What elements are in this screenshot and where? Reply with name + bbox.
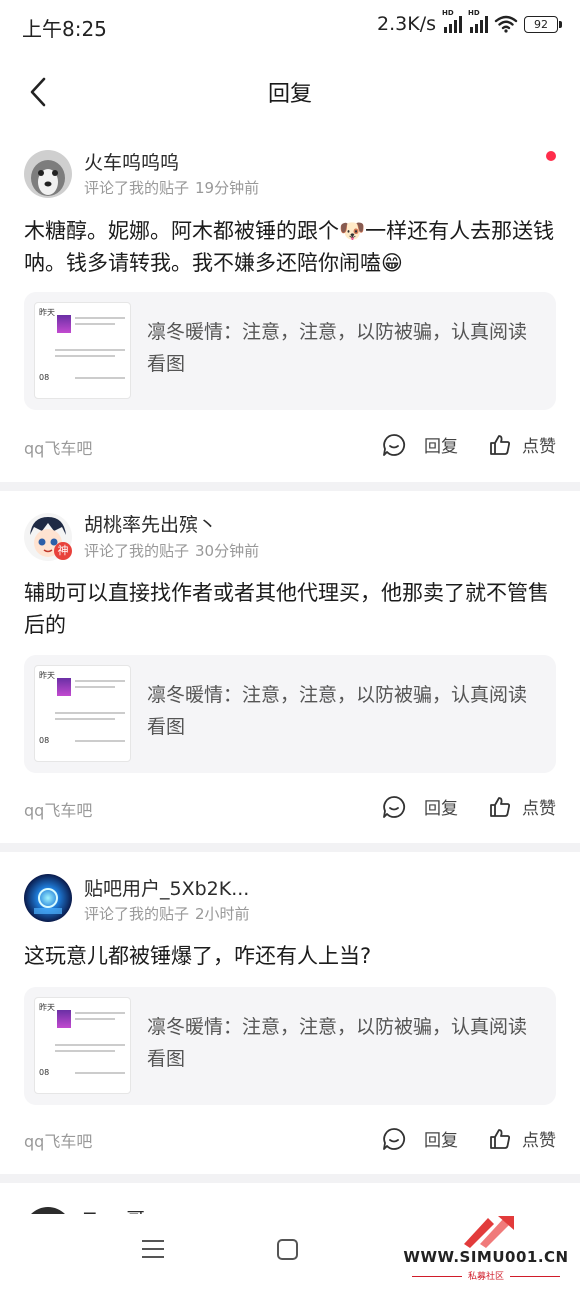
back-button[interactable] — [18, 70, 58, 114]
reply-meta: 评论了我的贴子 2小时前 — [84, 903, 250, 924]
watermark-site: WWW.SIMU001.CN — [403, 1248, 569, 1266]
system-nav-bar: WWW.SIMU001.CN 私募社区 — [0, 1214, 580, 1289]
thumbs-up-icon — [490, 796, 510, 817]
status-time: 上午8:25 — [22, 17, 107, 41]
page-title: 回复 — [267, 82, 312, 107]
quote-text: 凛冬暖情：注意，注意，以防被骗，认真阅读看图 — [147, 321, 528, 375]
reply-time: 19分钟前 — [195, 179, 260, 197]
chevron-left-icon — [30, 77, 46, 107]
comment-icon — [383, 1127, 406, 1150]
forum-name[interactable]: qq飞车吧 — [24, 1128, 92, 1152]
badge: 神 — [54, 542, 72, 560]
quote-text: 凛冬暖情：注意，注意，以防被骗，认真阅读看图 — [147, 1016, 528, 1070]
avatar[interactable] — [24, 874, 72, 922]
divider — [0, 1174, 580, 1183]
status-icons: 2.3K/s HD HD 92 — [377, 9, 562, 35]
like-button[interactable]: 点赞 — [488, 794, 556, 819]
quote-thumbnail: 昨天 08 — [34, 302, 131, 399]
avatar[interactable] — [24, 150, 72, 198]
battery-icon: 92 — [524, 15, 562, 33]
reply-action: 评论了我的贴子 — [84, 905, 190, 923]
thumbs-up-icon — [490, 434, 510, 455]
signal-icon: HD — [442, 9, 462, 33]
reply-button[interactable]: 回复 — [382, 1126, 458, 1151]
reply-action: 评论了我的贴子 — [84, 542, 190, 560]
reply-content[interactable]: 辅助可以直接找作者或者其他代理买，他那卖了就不管售后的 — [24, 577, 556, 641]
home-icon[interactable] — [277, 1239, 298, 1260]
forum-name[interactable]: qq飞车吧 — [24, 797, 92, 821]
signal-icon-2: HD — [468, 9, 488, 33]
forum-name[interactable]: qq飞车吧 — [24, 435, 92, 459]
watermark: WWW.SIMU001.CN 私募社区 — [400, 1214, 572, 1284]
menu-icon[interactable] — [142, 1240, 164, 1260]
quoted-post[interactable]: 昨天 08 凛冬暖情：注意，注意，以防被骗，认真阅读看图 — [24, 292, 556, 410]
reply-card[interactable]: 火车呜呜呜 评论了我的贴子 19分钟前 木糖醇。妮娜。阿木都被锤的跟个🐶一样还有… — [0, 132, 580, 482]
username[interactable]: 贴吧用户_5Xb2K... — [84, 874, 249, 901]
divider — [0, 843, 580, 852]
reply-content[interactable]: 木糖醇。妮娜。阿木都被锤的跟个🐶一样还有人去那送钱呐。钱多请转我。我不嫌多还陪你… — [24, 215, 556, 279]
status-bar: 上午8:25 2.3K/s HD HD 92 — [0, 0, 580, 52]
like-button[interactable]: 点赞 — [488, 1126, 556, 1151]
reply-time: 30分钟前 — [195, 542, 260, 560]
watermark-logo — [464, 1216, 514, 1248]
network-speed: 2.3K/s — [377, 13, 436, 35]
reply-action: 评论了我的贴子 — [84, 179, 190, 197]
reply-meta: 评论了我的贴子 30分钟前 — [84, 540, 259, 561]
comment-icon — [383, 433, 406, 456]
reply-content[interactable]: 这玩意儿都被锤爆了，咋还有人上当? — [24, 940, 556, 972]
quote-text: 凛冬暖情：注意，注意，以防被骗，认真阅读看图 — [147, 684, 528, 738]
unread-dot — [546, 151, 556, 161]
comment-icon — [383, 795, 406, 818]
header: 回复 — [0, 52, 580, 132]
reply-time: 2小时前 — [195, 905, 250, 923]
reply-card[interactable]: 神 胡桃率先出殡丶 评论了我的贴子 30分钟前 辅助可以直接找作者或者其他代理买… — [0, 491, 580, 843]
username[interactable]: 胡桃率先出殡丶 — [84, 510, 217, 537]
quote-thumbnail: 昨天 08 — [34, 665, 131, 762]
divider — [0, 482, 580, 491]
wifi-icon — [494, 15, 518, 33]
reply-button[interactable]: 回复 — [382, 432, 458, 457]
watermark-sub: 私募社区 — [400, 1269, 572, 1282]
username[interactable]: 火车呜呜呜 — [84, 148, 179, 175]
like-button[interactable]: 点赞 — [488, 432, 556, 457]
quote-thumbnail: 昨天 08 — [34, 997, 131, 1094]
quoted-post[interactable]: 昨天 08 凛冬暖情：注意，注意，以防被骗，认真阅读看图 — [24, 655, 556, 773]
reply-button[interactable]: 回复 — [382, 794, 458, 819]
quoted-post[interactable]: 昨天 08 凛冬暖情：注意，注意，以防被骗，认真阅读看图 — [24, 987, 556, 1105]
reply-meta: 评论了我的贴子 19分钟前 — [84, 177, 259, 198]
thumbs-up-icon — [490, 1128, 510, 1149]
reply-card[interactable]: 贴吧用户_5Xb2K... 评论了我的贴子 2小时前 这玩意儿都被锤爆了，咋还有… — [0, 852, 580, 1174]
